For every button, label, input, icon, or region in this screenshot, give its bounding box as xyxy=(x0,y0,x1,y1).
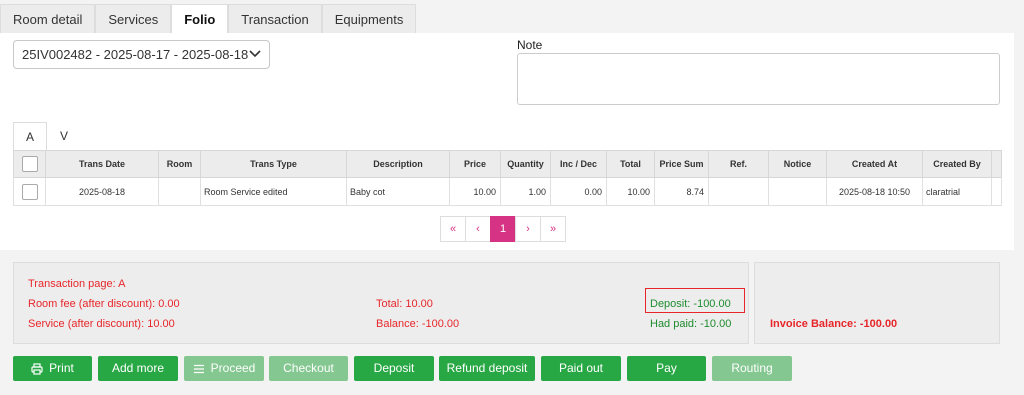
balance-value: Balance: -100.00 xyxy=(376,318,460,330)
header-price-sum[interactable]: Price Sum xyxy=(654,150,709,178)
total-value: Total: 10.00 xyxy=(376,298,433,310)
select-all-checkbox[interactable] xyxy=(21,156,38,172)
last-page-button[interactable]: » xyxy=(540,216,566,242)
first-page-button[interactable]: « xyxy=(440,216,466,242)
room-fee-value: Room fee (after discount): 0.00 xyxy=(28,298,180,310)
header-trans-date[interactable]: Trans Date xyxy=(45,150,159,178)
service-value: Service (after discount): 10.00 xyxy=(28,318,175,330)
had-paid-value: Had paid: -10.00 xyxy=(650,318,732,330)
proceed-button[interactable]: Proceed xyxy=(184,356,264,381)
print-label: Print xyxy=(49,361,74,375)
refund-deposit-button[interactable]: Refund deposit xyxy=(439,356,535,381)
pay-button[interactable]: Pay xyxy=(627,356,706,381)
deposit-value: Deposit: -100.00 xyxy=(650,298,731,310)
folio-panel: 25IV002482 - 2025-08-17 - 2025-08-18 Not… xyxy=(0,33,1014,250)
transaction-page-label: Transaction page: A xyxy=(28,278,126,290)
cell-trans-type: Room Service edited xyxy=(200,177,347,206)
add-more-button[interactable]: Add more xyxy=(98,356,178,381)
next-page-button[interactable]: › xyxy=(515,216,541,242)
deposit-button[interactable]: Deposit xyxy=(354,356,434,381)
cell-total: 10.00 xyxy=(606,177,655,206)
cell-price: 10.00 xyxy=(449,177,501,206)
header-notice[interactable]: Notice xyxy=(768,150,827,178)
note-label: Note xyxy=(517,38,543,52)
tab-transaction[interactable]: Transaction xyxy=(228,4,322,34)
cell-ref xyxy=(708,177,769,206)
proceed-label: Proceed xyxy=(210,361,256,375)
tab-room-detail[interactable]: Room detail xyxy=(0,4,96,34)
invoice-balance-value: Invoice Balance: -100.00 xyxy=(770,318,898,330)
pagination: « ‹ 1 › » xyxy=(440,216,566,242)
folio-select-value: 25IV002482 - 2025-08-17 - 2025-08-18 xyxy=(22,47,249,62)
prev-page-button[interactable]: ‹ xyxy=(465,216,491,242)
subtab-v[interactable]: V xyxy=(47,122,81,150)
row-select-cell xyxy=(13,177,46,206)
folio-summary: Transaction page: A Room fee (after disc… xyxy=(13,262,749,344)
checkout-button[interactable]: Checkout xyxy=(269,356,348,381)
cell-room xyxy=(158,177,201,206)
list-icon xyxy=(193,364,204,373)
routing-button[interactable]: Routing xyxy=(712,356,792,381)
tab-equipments[interactable]: Equipments xyxy=(321,4,417,34)
folio-select[interactable]: 25IV002482 - 2025-08-17 - 2025-08-18 xyxy=(13,40,270,69)
page-1-button[interactable]: 1 xyxy=(490,216,516,242)
cell-quantity: 1.00 xyxy=(500,177,551,206)
transaction-page-tabs: A V xyxy=(13,122,81,150)
subtab-a[interactable]: A xyxy=(13,122,47,150)
cell-price-sum: 8.74 xyxy=(654,177,709,206)
cell-description: Baby cot xyxy=(346,177,450,206)
row-checkbox[interactable] xyxy=(21,183,38,200)
cell-notice xyxy=(768,177,827,206)
header-room[interactable]: Room xyxy=(158,150,201,178)
tab-services[interactable]: Services xyxy=(95,4,172,34)
cell-created-at: 2025-08-18 10:50 xyxy=(826,177,923,206)
header-inc-dec[interactable]: Inc / Dec xyxy=(550,150,607,178)
header-description[interactable]: Description xyxy=(346,150,450,178)
cell-created-by: claratrial xyxy=(922,177,992,206)
folio-tabs: Room detail Services Folio Transaction E… xyxy=(0,4,417,34)
invoice-balance-panel: Invoice Balance: -100.00 xyxy=(754,262,1000,344)
table-row[interactable]: 2025-08-18 Room Service edited Baby cot … xyxy=(13,177,1002,206)
table-header-row: Trans Date Room Trans Type Description P… xyxy=(13,150,1002,178)
paid-out-button[interactable]: Paid out xyxy=(541,356,621,381)
chevron-down-icon xyxy=(249,50,261,58)
header-price[interactable]: Price xyxy=(449,150,501,178)
header-spacer xyxy=(991,150,1002,178)
printer-icon xyxy=(31,363,43,375)
cell-inc-dec: 0.00 xyxy=(550,177,607,206)
print-button[interactable]: Print xyxy=(13,356,92,381)
header-total[interactable]: Total xyxy=(606,150,655,178)
transactions-table: Trans Date Room Trans Type Description P… xyxy=(13,150,1002,206)
header-quantity[interactable]: Quantity xyxy=(500,150,551,178)
tab-folio[interactable]: Folio xyxy=(171,4,229,34)
note-textarea[interactable] xyxy=(517,53,1000,105)
cell-spacer xyxy=(991,177,1002,206)
header-created-by[interactable]: Created By xyxy=(922,150,992,178)
header-created-at[interactable]: Created At xyxy=(826,150,923,178)
header-trans-type[interactable]: Trans Type xyxy=(200,150,347,178)
select-all-cell xyxy=(13,150,46,178)
cell-trans-date: 2025-08-18 xyxy=(45,177,159,206)
header-ref[interactable]: Ref. xyxy=(708,150,769,178)
